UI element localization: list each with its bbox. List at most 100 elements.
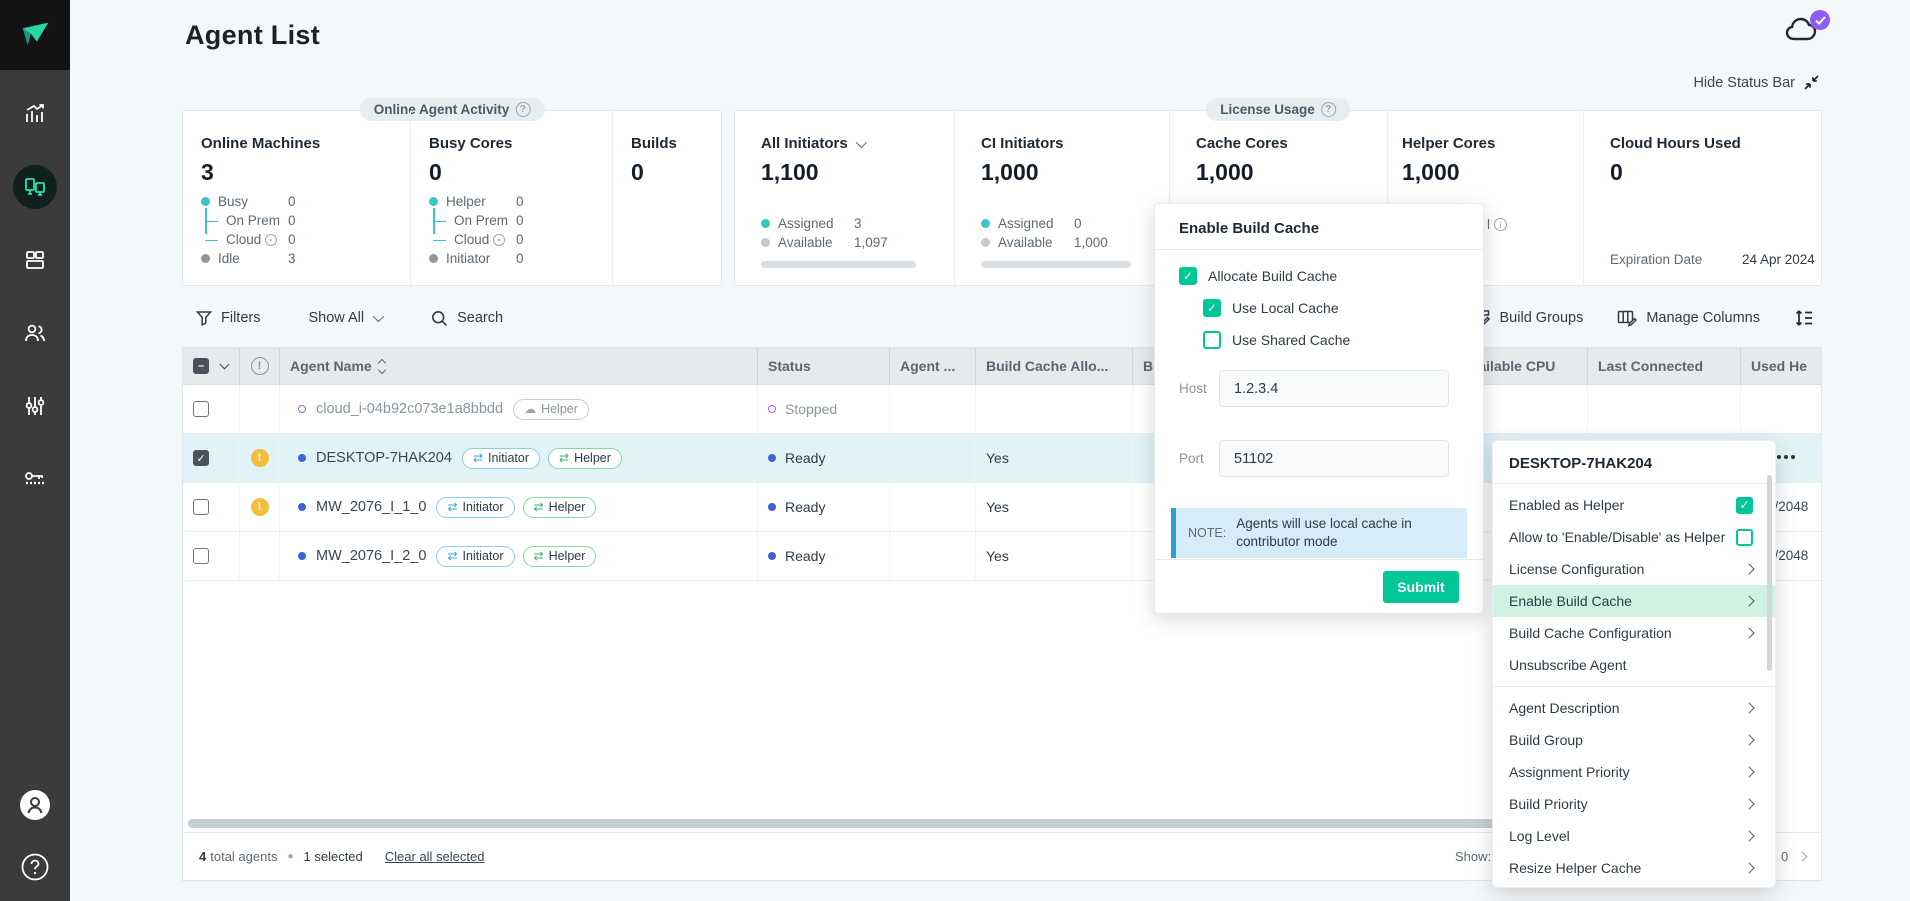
total-agents-count: 4 [199,849,206,864]
agent-context-menu: DESKTOP-7HAK204 Enabled as Helper ✓ Allo… [1492,440,1776,888]
stat-row-assigned: Assigned 3 [761,214,954,233]
chevron-right-icon [1743,862,1754,873]
build-cache-cell: Yes [975,434,1132,482]
menu-item-allow-enable-disable-helper[interactable]: Allow to 'Enable/Disable' as Helper [1493,521,1775,553]
sidebar-item-dashboard[interactable] [13,92,57,136]
host-input[interactable] [1219,370,1449,407]
submit-button[interactable]: Submit [1383,571,1459,603]
cloud-status-button[interactable] [1784,12,1830,54]
agents-icon [23,175,47,199]
show-all-dropdown[interactable]: Show All [308,310,381,326]
menu-item-build-cache-configuration[interactable]: Build Cache Configuration [1493,617,1775,649]
build-cache-cell [975,385,1132,433]
menu-item-assignment-priority[interactable]: Assignment Priority [1493,756,1775,788]
sort-icon[interactable] [379,360,385,373]
manage-columns-button[interactable]: Manage Columns [1617,309,1760,327]
menu-item-enable-build-cache[interactable]: Enable Build Cache [1493,585,1775,617]
build-groups-button[interactable]: Build Groups [1472,309,1584,328]
select-all-checkbox[interactable]: – [193,358,209,374]
column-header-agent-name[interactable]: Agent Name [279,348,757,384]
menu-item-unsubscribe-agent[interactable]: Unsubscribe Agent [1493,649,1775,681]
sidebar-item-license[interactable] [13,457,57,501]
build-groups-label: Build Groups [1500,310,1584,326]
context-menu-scrollbar[interactable] [1767,475,1772,671]
hide-status-bar-label: Hide Status Bar [1693,75,1795,91]
use-shared-cache-checkbox[interactable] [1203,331,1221,349]
teal-dot [429,197,438,206]
stat-row-cloud: Cloud 0 [454,230,612,249]
agent-status-dot [298,503,306,511]
column-header-last-connected[interactable]: Last Connected [1587,348,1740,384]
allocate-build-cache-checkbox[interactable]: ✓ [1179,267,1197,285]
total-agents-label: total agents [210,849,277,864]
agent-name: DESKTOP-7HAK204 [316,450,452,466]
status-dot-ready [768,552,776,560]
sidebar-item-users[interactable] [13,311,57,355]
users-icon [23,321,47,345]
builds-grid-icon [23,248,47,272]
helper-badge: ⇄ Helper [523,546,597,567]
teal-dot [761,219,770,228]
stat-row-idle: Idle 3 [201,249,410,268]
manage-columns-icon [1617,309,1637,327]
brand-logo-icon [16,16,54,54]
search-label: Search [457,310,503,326]
row-checkbox[interactable] [193,401,209,417]
menu-item-agent-description[interactable]: Agent Description [1493,692,1775,724]
menu-item-license-configuration[interactable]: License Configuration [1493,553,1775,585]
use-local-cache-checkbox[interactable]: ✓ [1203,299,1221,317]
usage-progress-bar [981,261,1131,268]
select-menu-chevron-icon[interactable] [220,360,230,370]
column-header-used-helpers[interactable]: Used He [1740,348,1821,384]
row-checkbox[interactable] [193,499,209,515]
row-height-button[interactable] [1794,308,1814,328]
status-text: Stopped [785,401,837,417]
builds-value: 0 [631,159,721,186]
row-actions-menu-icon[interactable] [1777,455,1795,459]
row-checkbox[interactable] [193,548,209,564]
column-header-build-cache-allocation[interactable]: Build Cache Allo... [975,348,1132,384]
help-button[interactable] [13,845,57,889]
agent-status-dot [298,405,306,413]
cloud-helper-badge: ☁ Helper [513,399,589,420]
use-shared-cache-label: Use Shared Cache [1232,332,1350,348]
sidebar-item-settings[interactable] [13,384,57,428]
next-page-icon[interactable] [1798,852,1808,862]
search-icon [431,310,448,327]
agent-name: cloud_i-04b92c073e1a8bbdd [316,401,503,417]
stat-row-assigned: Assigned 0 [981,214,1169,233]
user-avatar[interactable] [13,783,57,827]
manage-columns-label: Manage Columns [1646,310,1760,326]
helper-badge: ⇄ Helper [523,497,597,518]
menu-item-build-group[interactable]: Build Group [1493,724,1775,756]
note-text: Agents will use local cache in contribut… [1236,515,1455,551]
chevron-down-icon[interactable] [855,136,866,147]
online-agent-activity-card: Online Agent Activity ? Online Machines … [182,110,722,286]
column-header-agent[interactable]: Agent ... [889,348,975,384]
table-row[interactable]: cloud_i-04b92c073e1a8bbdd ☁ Helper Stopp… [183,385,1821,434]
note-label: NOTE: [1188,526,1226,540]
hide-status-bar-button[interactable]: Hide Status Bar [1660,74,1820,91]
menu-item-log-level[interactable]: Log Level [1493,820,1775,852]
chevron-right-icon [1743,627,1754,638]
column-header-status[interactable]: Status [757,348,889,384]
expiration-date-row: Expiration Date 24 Apr 2024 [1610,252,1815,267]
app-logo[interactable] [0,0,70,70]
search-button[interactable]: Search [431,310,503,327]
filters-button[interactable]: Filters [196,310,260,326]
allow-enable-disable-checkbox[interactable] [1736,529,1753,546]
initiator-arrows-icon: ⇄ [473,452,483,464]
sidebar-item-builds[interactable] [13,238,57,282]
menu-item-enabled-as-helper[interactable]: Enabled as Helper ✓ [1493,489,1775,521]
clear-all-selected-link[interactable]: Clear all selected [385,849,485,864]
sidebar-item-agents[interactable] [13,165,57,209]
divider [1155,249,1483,250]
cloud-timer-icon [265,234,277,246]
row-checkbox[interactable]: ✓ [193,450,209,466]
alerts-column-icon: ! [251,357,269,375]
enabled-as-helper-checkbox[interactable]: ✓ [1736,497,1753,514]
use-local-cache-label: Use Local Cache [1232,300,1339,316]
port-input[interactable] [1219,440,1449,477]
menu-item-resize-helper-cache[interactable]: Resize Helper Cache [1493,852,1775,884]
menu-item-build-priority[interactable]: Build Priority [1493,788,1775,820]
